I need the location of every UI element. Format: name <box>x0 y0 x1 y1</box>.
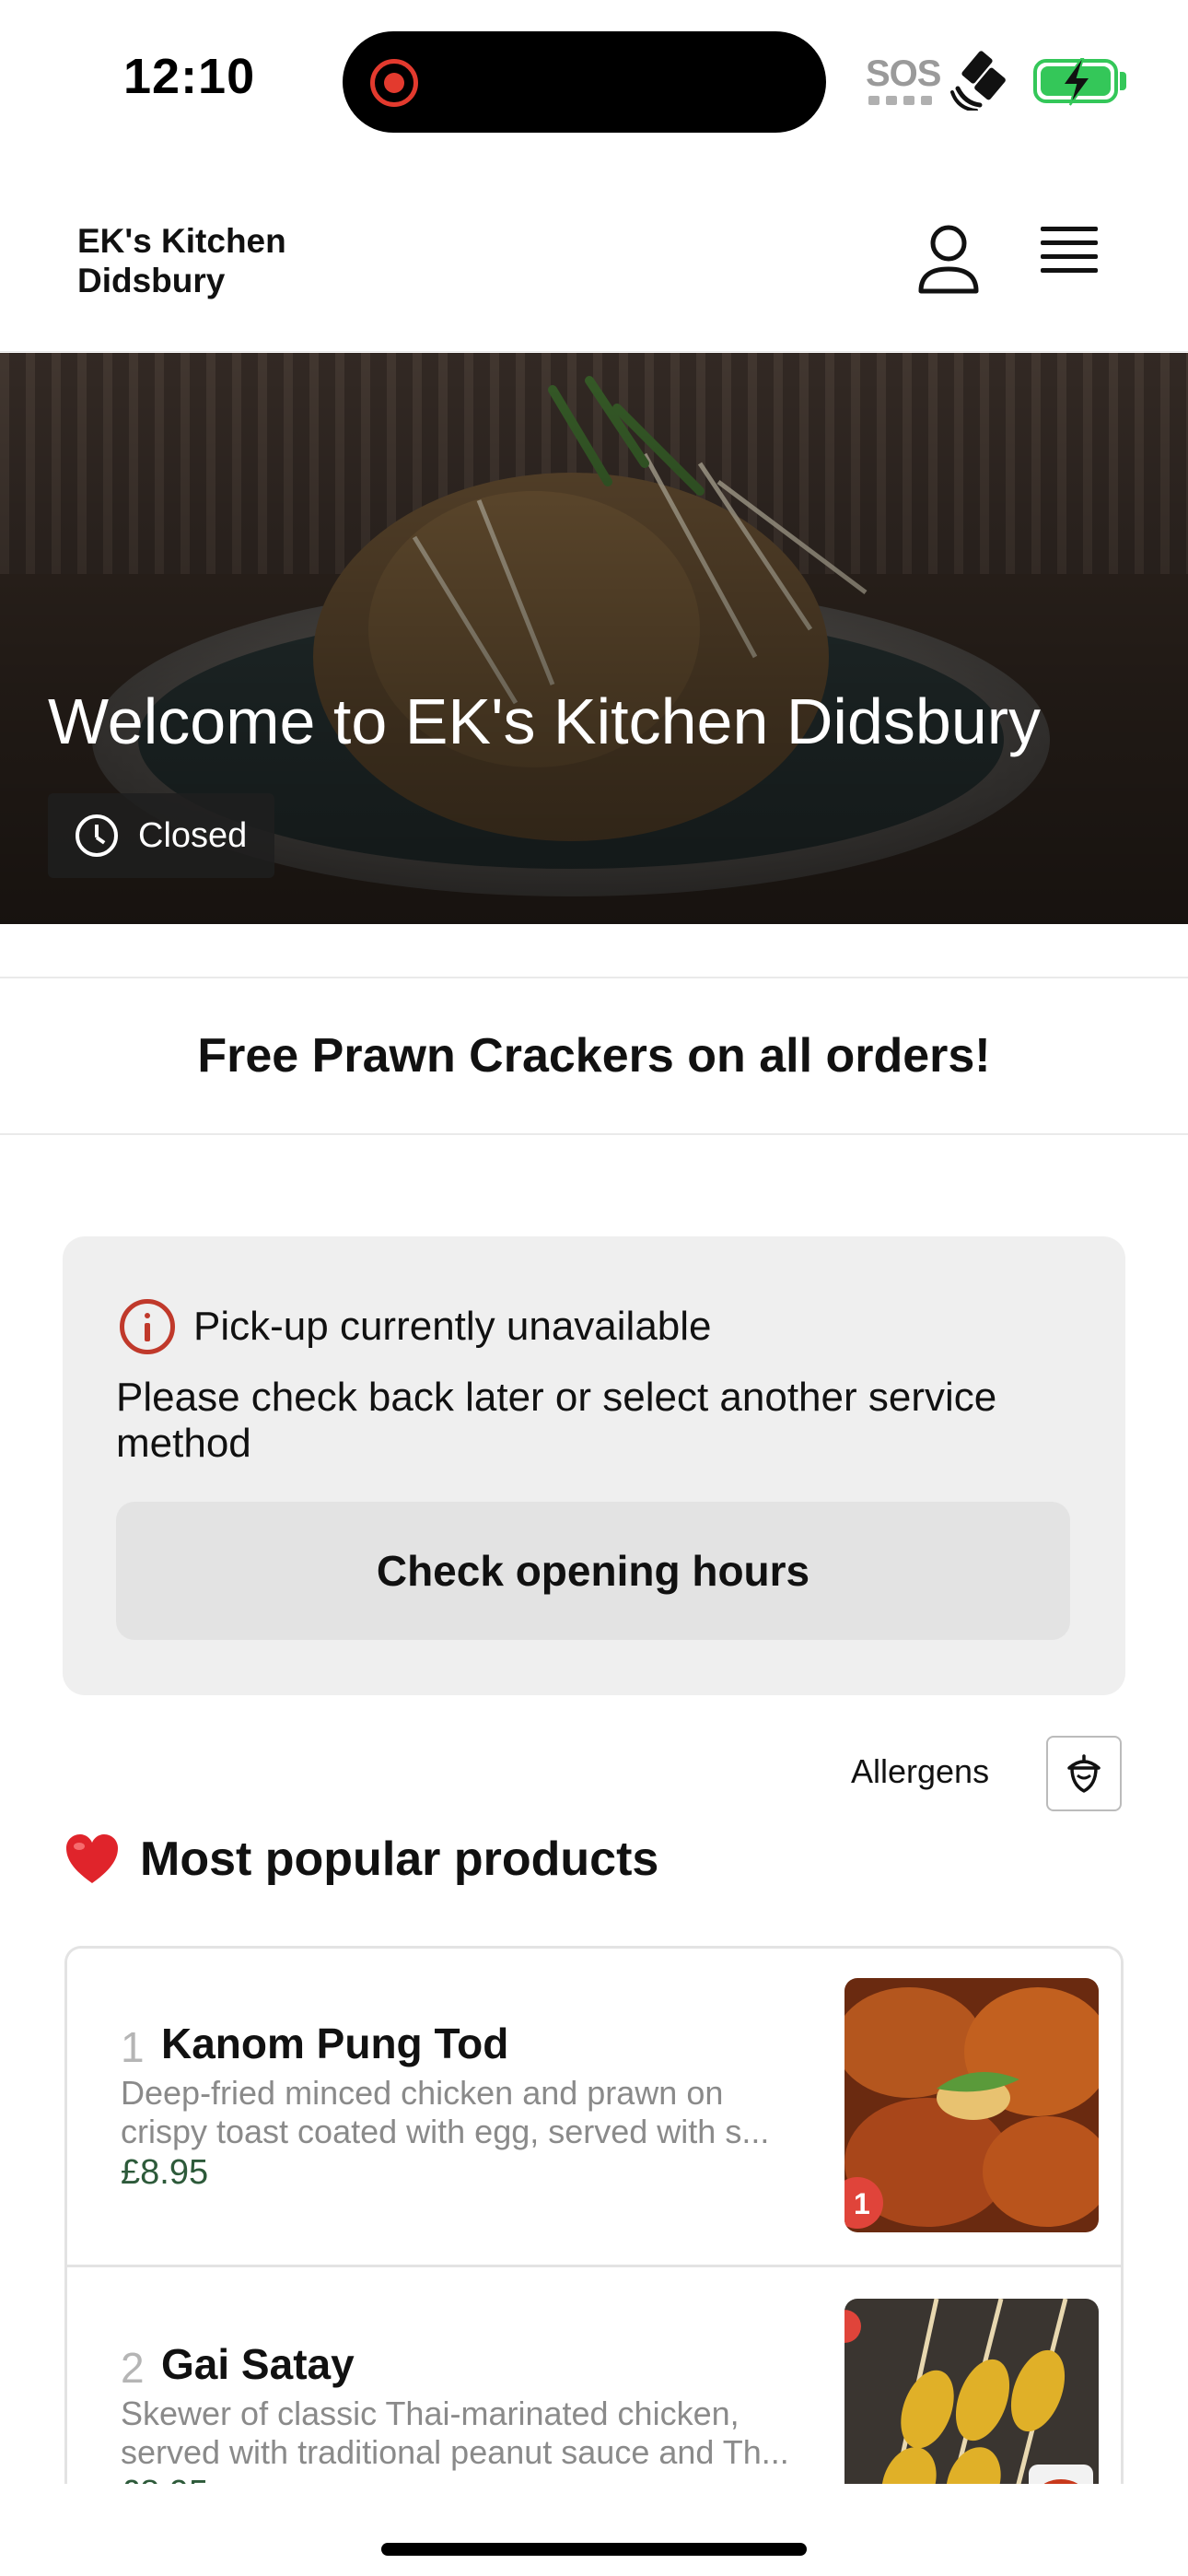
product-image <box>844 2299 1099 2484</box>
brand-name[interactable]: EK's Kitchen Didsbury <box>77 221 409 300</box>
popular-section-title: Most popular products <box>64 1832 658 1887</box>
product-description-line: crispy toast coated with egg, served wit… <box>121 2113 770 2150</box>
clock-icon <box>76 814 118 857</box>
product-description: Deep-fried minced chicken and prawn on c… <box>121 2074 876 2151</box>
product-image: 1 <box>844 1978 1099 2232</box>
product-item[interactable]: 1 Kanom Pung Tod Deep-fried minced chick… <box>67 1949 1121 2267</box>
home-indicator[interactable] <box>381 2543 807 2556</box>
popular-title: Most popular products <box>140 1832 659 1886</box>
notice-body: Please check back later or select anothe… <box>116 1375 997 1466</box>
notice-header: Pick-up currently unavailable <box>120 1299 712 1354</box>
satellite-icon <box>950 51 1006 111</box>
brand-line-2: Didsbury <box>77 262 226 299</box>
product-description: Skewer of classic Thai-marinated chicken… <box>121 2395 876 2472</box>
product-description-line: Skewer of classic Thai-marinated chicken… <box>121 2395 740 2432</box>
product-rank: 2 <box>121 2344 145 2392</box>
allergens-button[interactable] <box>1046 1736 1122 1811</box>
rank-badge-text: 1 <box>854 2187 870 2220</box>
allergens-label[interactable]: Allergens <box>851 1752 989 1791</box>
screen-recording-icon <box>370 59 418 107</box>
acorn-icon <box>1067 1754 1101 1793</box>
hero-title: Welcome to EK's Kitchen Didsbury <box>48 685 1042 757</box>
product-name: Gai Satay <box>161 2340 355 2388</box>
info-icon <box>120 1299 175 1354</box>
status-bar: 12:10 SOS <box>0 0 1188 157</box>
product-name: Kanom Pung Tod <box>161 2020 509 2067</box>
user-icon[interactable] <box>915 223 982 297</box>
battery-cap <box>1120 72 1126 90</box>
charging-bolt-icon <box>1061 58 1092 106</box>
product-description-line: Deep-fried minced chicken and prawn on <box>121 2074 724 2112</box>
signal-dots <box>868 96 933 105</box>
status-text: Closed <box>138 815 248 855</box>
status-time: 12:10 <box>123 49 256 104</box>
site-header: EK's Kitchen Didsbury <box>0 184 1188 352</box>
sos-label: SOS <box>866 53 941 94</box>
product-item[interactable]: 2 Gai Satay Skewer of classic Thai-marin… <box>67 2269 1121 2484</box>
check-opening-hours-button[interactable]: Check opening hours <box>116 1502 1070 1640</box>
heart-icon <box>66 1834 118 1883</box>
hero-banner: Welcome to EK's Kitchen Didsbury Closed <box>0 353 1188 924</box>
brand-line-1: EK's Kitchen <box>77 222 286 260</box>
menu-icon[interactable] <box>1041 227 1105 287</box>
product-description-line: served with traditional peanut sauce and… <box>121 2433 789 2471</box>
product-price: £8.95 <box>121 2474 208 2484</box>
promo-banner: Free Prawn Crackers on all orders! <box>0 977 1188 1135</box>
product-rank: 1 <box>121 2023 145 2071</box>
dynamic-island <box>343 31 826 133</box>
product-price: £8.95 <box>121 2153 209 2192</box>
promo-text: Free Prawn Crackers on all orders! <box>197 1029 991 1083</box>
status-badge: Closed <box>48 793 275 878</box>
product-list: 1 Kanom Pung Tod Deep-fried minced chick… <box>64 1946 1124 2484</box>
notice-title: Pick-up currently unavailable <box>193 1304 712 1349</box>
pickup-notice: Pick-up currently unavailable Please che… <box>63 1236 1125 1695</box>
